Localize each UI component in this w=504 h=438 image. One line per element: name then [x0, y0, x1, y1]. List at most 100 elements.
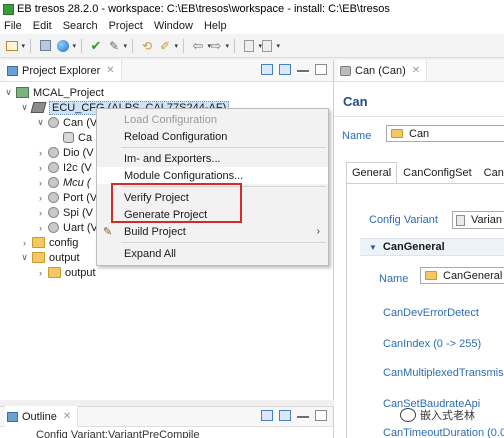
close-icon[interactable]: ✕: [63, 411, 71, 422]
config-variant-select[interactable]: Varian: [452, 211, 504, 229]
menu-window[interactable]: Window: [154, 20, 193, 32]
param-cantimeoutduration[interactable]: CanTimeoutDuration (0.00: [383, 427, 504, 438]
folder-icon: [425, 271, 437, 280]
maximize-button[interactable]: [315, 64, 327, 75]
tree-item-label: I2c (V: [63, 161, 92, 174]
build-icon: ✎: [103, 226, 113, 238]
expand-arrow-icon[interactable]: ›: [36, 208, 45, 218]
collapse-triangle-icon[interactable]: ▼: [369, 243, 377, 252]
expand-arrow-icon[interactable]: ›: [36, 178, 45, 188]
folder-icon: [32, 252, 45, 263]
forward-button[interactable]: ⇨: [208, 37, 229, 54]
wizard-button[interactable]: ✐: [157, 38, 178, 54]
expand-arrow-icon[interactable]: ∨: [20, 252, 29, 263]
collapse-button[interactable]: [279, 410, 291, 421]
wand-icon: ✐: [159, 38, 171, 53]
menu-project[interactable]: Project: [109, 20, 143, 32]
check-icon: ✔: [90, 37, 102, 53]
module-icon: [48, 117, 59, 128]
tree-item-label: Mcu (: [63, 176, 91, 189]
title-bar: EB tresos 28.2.0 - workspace: C:\EB\tres…: [0, 0, 504, 18]
menu-item-expand-all[interactable]: Expand All: [97, 245, 328, 262]
expand-arrow-icon[interactable]: ›: [36, 193, 45, 203]
close-icon[interactable]: ✕: [106, 65, 114, 76]
outline-row-label: Config Variant:VariantPreCompile: [36, 428, 200, 438]
tree-item-label: output: [65, 266, 96, 279]
link-editor-button[interactable]: [279, 64, 291, 75]
maximize-button[interactable]: [315, 410, 327, 421]
back-arrow-icon: ⇦: [192, 37, 204, 53]
menu-item-build-project[interactable]: ✎ Build Project ›: [97, 223, 328, 240]
menu-item-im-and-exporters[interactable]: Im- and Exporters...: [97, 150, 328, 167]
collapse-all-button[interactable]: [261, 64, 273, 75]
tree-item-output-child[interactable]: › output: [0, 265, 333, 280]
document-icon: [262, 39, 272, 52]
verify-button[interactable]: ✔: [88, 38, 104, 54]
outline-row[interactable]: Config Variant:VariantPreCompile: [0, 427, 333, 438]
module-icon: [48, 222, 59, 233]
menu-edit[interactable]: Edit: [33, 20, 52, 32]
editor-tab-can[interactable]: Can (Can) ✕: [338, 60, 428, 81]
globe-button[interactable]: [55, 38, 76, 54]
module-icon: [340, 65, 351, 76]
minimize-button[interactable]: [297, 416, 309, 419]
document-icon: [456, 214, 465, 226]
forward-arrow-icon: ⇨: [210, 37, 222, 53]
editor-title: Can: [343, 94, 368, 109]
build-button[interactable]: ✎: [106, 38, 127, 54]
tab-label: General: [352, 167, 392, 179]
doc-button[interactable]: [241, 38, 262, 54]
menu-file[interactable]: File: [4, 20, 22, 32]
group-name-label[interactable]: Name: [379, 273, 408, 285]
expand-button[interactable]: [261, 410, 273, 421]
expand-arrow-icon[interactable]: ∨: [20, 102, 29, 113]
group-title: CanGeneral: [382, 241, 445, 253]
expand-arrow-icon[interactable]: ›: [36, 223, 45, 233]
ecu-icon: [30, 102, 47, 113]
module-editor: Can (Can) ✕ Can Name Can General CanConf…: [334, 60, 504, 438]
expand-arrow-icon[interactable]: ∨: [4, 87, 13, 98]
project-explorer-icon: [7, 65, 18, 76]
wechat-logo-icon: [400, 408, 416, 422]
menu-item-reload-configuration[interactable]: Reload Configuration: [97, 128, 328, 145]
tree-item-project[interactable]: ∨ MCAL_Project: [0, 85, 333, 100]
tree-item-label: Port (V: [63, 191, 98, 204]
back-button[interactable]: ⇦: [190, 37, 211, 54]
doc2-button[interactable]: [259, 38, 280, 54]
project-explorer-tab[interactable]: Project Explorer ✕: [5, 60, 122, 81]
name-field-value: Can: [409, 127, 430, 140]
tab-canconfigset[interactable]: CanConfigSet: [397, 162, 478, 183]
tab-canlp[interactable]: CanLP: [478, 162, 504, 183]
expand-arrow-icon[interactable]: ›: [36, 268, 45, 278]
folder-icon: [391, 129, 403, 138]
config-variant-label[interactable]: Config Variant: [369, 214, 438, 226]
menu-item-load-configuration[interactable]: Load Configuration: [97, 111, 328, 128]
close-icon[interactable]: ✕: [412, 65, 420, 76]
param-canindex[interactable]: CanIndex (0 -> 255): [383, 338, 481, 350]
tab-general[interactable]: General: [346, 162, 398, 183]
menu-item-label: Build Project: [124, 225, 186, 238]
group-name-field[interactable]: CanGeneral: [420, 267, 504, 284]
toolbar-separator: [132, 38, 133, 53]
tree-item-label: Can (V: [63, 116, 98, 129]
document-icon: [244, 39, 254, 52]
name-label[interactable]: Name: [342, 130, 371, 142]
menu-help[interactable]: Help: [204, 20, 227, 32]
tree-item-label: Ca: [78, 131, 93, 144]
param-canmultiplexedtransmission[interactable]: CanMultiplexedTransmissio: [383, 367, 504, 379]
group-cangeneral[interactable]: ▼ CanGeneral: [360, 238, 504, 256]
expand-arrow-icon[interactable]: ›: [36, 148, 45, 158]
expand-arrow-icon[interactable]: ›: [36, 163, 45, 173]
outline-tab[interactable]: Outline ✕: [5, 406, 79, 427]
generate-button[interactable]: ⟲: [139, 38, 155, 54]
new-file-button[interactable]: [4, 38, 25, 54]
menu-separator: [121, 242, 326, 243]
menu-search[interactable]: Search: [63, 20, 98, 32]
param-candeverrordetect[interactable]: CanDevErrorDetect: [383, 307, 479, 319]
save-button[interactable]: [37, 38, 53, 54]
menu-item-module-configurations[interactable]: Module Configurations...: [97, 167, 328, 184]
expand-arrow-icon[interactable]: ∨: [36, 117, 45, 128]
expand-arrow-icon[interactable]: ›: [20, 238, 29, 248]
minimize-button[interactable]: [297, 70, 309, 73]
name-field[interactable]: Can: [386, 125, 504, 142]
